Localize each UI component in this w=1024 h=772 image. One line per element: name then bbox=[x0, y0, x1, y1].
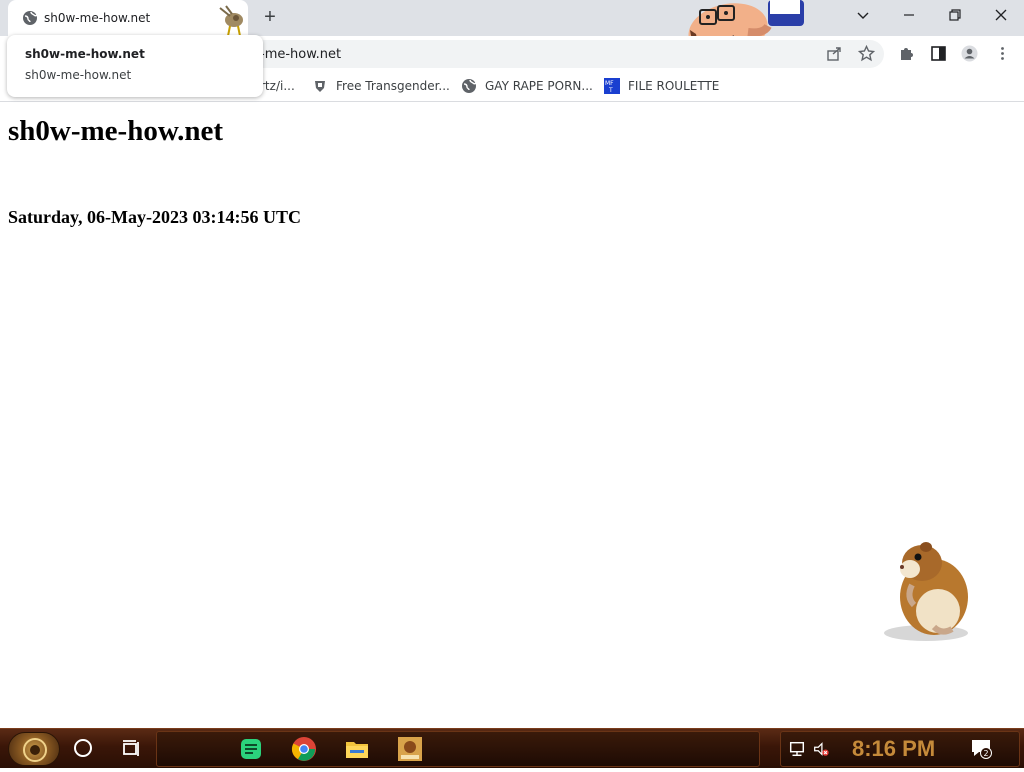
start-button[interactable] bbox=[8, 732, 60, 766]
globe-icon bbox=[22, 10, 38, 26]
game-app-icon[interactable] bbox=[396, 735, 424, 763]
hover-card-domain: sh0w-me-how.net bbox=[25, 68, 132, 82]
svg-text:T: T bbox=[608, 87, 613, 94]
bookmark-label: GAY RAPE PORN... bbox=[485, 79, 593, 93]
site-icon bbox=[312, 78, 328, 94]
hamster-desktop-pet bbox=[876, 535, 976, 643]
address-bar-text: -me-how.net bbox=[260, 47, 342, 62]
browser-tab[interactable]: sh0w-me-how.net bbox=[8, 0, 248, 37]
page-datetime: Saturday, 06-May-2023 03:14:56 UTC bbox=[8, 207, 301, 227]
side-panel-icon[interactable] bbox=[927, 42, 949, 64]
address-bar[interactable]: -me-how.net bbox=[250, 40, 884, 68]
cortana-search-icon[interactable] bbox=[74, 739, 92, 757]
bookmark-item[interactable]: GAY RAPE PORN... bbox=[461, 77, 593, 95]
svg-text:MF: MF bbox=[605, 80, 614, 87]
share-icon[interactable] bbox=[823, 42, 845, 64]
network-icon[interactable] bbox=[784, 735, 810, 763]
minimize-icon[interactable] bbox=[886, 0, 932, 30]
task-view-icon[interactable] bbox=[120, 738, 142, 760]
bookmark-item[interactable]: Free Transgender... bbox=[312, 77, 450, 95]
bookmark-item[interactable]: rtz/i... bbox=[260, 77, 295, 95]
bookmark-star-icon[interactable] bbox=[855, 42, 877, 64]
taskbar-clock[interactable]: 8:16 PM bbox=[852, 736, 935, 762]
taskbar: 8:16 PM 2 bbox=[0, 728, 1024, 768]
tab-title: sh0w-me-how.net bbox=[44, 11, 151, 25]
bookmark-label: FILE ROULETTE bbox=[628, 79, 720, 93]
notes-app-icon[interactable] bbox=[237, 735, 265, 763]
bookmark-label: Free Transgender... bbox=[336, 79, 450, 93]
file-explorer-icon[interactable] bbox=[343, 735, 371, 763]
bookmark-item[interactable]: MF T FILE ROULETTE bbox=[604, 77, 719, 95]
new-tab-button[interactable]: + bbox=[258, 6, 282, 30]
bookmark-label: rtz/i... bbox=[260, 79, 295, 93]
notification-count: 2 bbox=[983, 749, 988, 758]
menu-icon[interactable] bbox=[991, 42, 1013, 64]
volume-muted-icon[interactable] bbox=[808, 735, 834, 763]
notification-center-icon[interactable]: 2 bbox=[970, 737, 992, 759]
mft-icon: MF T bbox=[604, 78, 620, 94]
chrome-icon[interactable] bbox=[290, 735, 318, 763]
tab-hover-card: sh0w-me-how.net sh0w-me-how.net bbox=[7, 35, 263, 97]
tab-strip: sh0w-me-how.net + bbox=[0, 0, 1024, 57]
restore-icon[interactable] bbox=[932, 0, 978, 30]
profile-icon[interactable] bbox=[958, 42, 980, 64]
page-content: sh0w-me-how.net Saturday, 06-May-2023 03… bbox=[0, 103, 1024, 728]
page-title: sh0w-me-how.net bbox=[8, 115, 224, 147]
extensions-icon[interactable] bbox=[895, 42, 917, 64]
hover-card-title: sh0w-me-how.net bbox=[25, 47, 145, 61]
close-icon[interactable] bbox=[978, 0, 1024, 30]
globe-icon bbox=[461, 78, 477, 94]
tab-search-chevron-icon[interactable] bbox=[840, 0, 886, 30]
